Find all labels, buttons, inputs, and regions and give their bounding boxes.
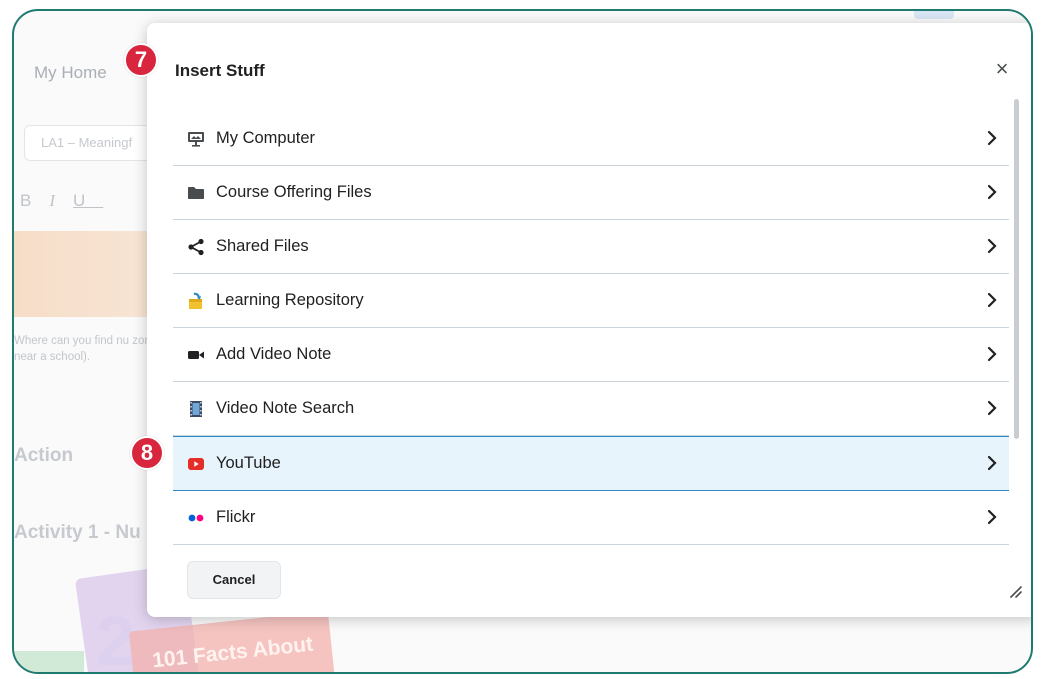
video-camera-icon — [186, 346, 206, 364]
repository-icon — [186, 292, 206, 310]
activity-heading: Activity 1 - Nu — [14, 522, 141, 543]
chevron-right-icon — [985, 183, 999, 201]
my-home-link: My Home — [34, 63, 107, 82]
bold-button: B — [20, 191, 50, 210]
hint-text: Where can you find nu zone near a school… — [14, 335, 158, 363]
source-list: My Computer Course Offering Files Shared… — [173, 112, 1009, 545]
cancel-button[interactable]: Cancel — [187, 561, 281, 599]
chevron-right-icon — [985, 454, 999, 472]
list-item-youtube[interactable]: YouTube — [173, 436, 1009, 491]
list-item-learning-repository[interactable]: Learning Repository — [173, 274, 1009, 328]
chevron-right-icon — [985, 508, 999, 526]
action-heading: Action — [14, 445, 74, 466]
share-icon — [186, 238, 206, 256]
chevron-right-icon — [985, 345, 999, 363]
list-item-label: My Computer — [216, 129, 316, 147]
step-badge-seven: 7 — [124, 43, 158, 77]
list-item-label: Add Video Note — [216, 345, 332, 363]
step-badge-eight: 8 — [130, 436, 164, 470]
format-toolbar: BIU — [20, 191, 103, 211]
list-scrollbar[interactable] — [1014, 99, 1019, 439]
screenshot-frame: My Home LA1 – Meaningf BIU Where can you… — [12, 9, 1033, 674]
list-item-video-note-search[interactable]: Video Note Search — [173, 382, 1009, 436]
list-item-label: Shared Files — [216, 237, 309, 255]
decorative-shape — [14, 651, 84, 672]
chevron-right-icon — [985, 129, 999, 147]
resize-handle-icon[interactable] — [1008, 584, 1022, 598]
list-item-label: Course Offering Files — [216, 183, 372, 201]
top-bar-button — [914, 11, 954, 19]
insert-stuff-dialog: Insert Stuff × My Computer Course Offeri… — [147, 23, 1031, 617]
list-item-shared-files[interactable]: Shared Files — [173, 220, 1009, 274]
monitor-icon — [186, 130, 206, 148]
film-icon — [186, 400, 206, 418]
list-item-label: Learning Repository — [216, 291, 364, 309]
chevron-right-icon — [985, 237, 999, 255]
list-item-label: Flickr — [216, 508, 256, 526]
list-item-label: YouTube — [216, 454, 281, 472]
list-item-flickr[interactable]: Flickr — [173, 491, 1009, 545]
underline-button: U — [73, 191, 104, 210]
chevron-right-icon — [985, 291, 999, 309]
flickr-icon — [186, 509, 206, 527]
list-item-label: Video Note Search — [216, 399, 355, 417]
chevron-right-icon — [985, 399, 999, 417]
dialog-title: Insert Stuff — [175, 61, 265, 80]
list-item-course-offering-files[interactable]: Course Offering Files — [173, 166, 1009, 220]
italic-button: I — [49, 191, 74, 210]
youtube-icon — [186, 455, 206, 473]
folder-icon — [186, 184, 206, 202]
list-item-my-computer[interactable]: My Computer — [173, 112, 1009, 166]
close-icon[interactable]: × — [990, 57, 1014, 81]
list-item-add-video-note[interactable]: Add Video Note — [173, 328, 1009, 382]
